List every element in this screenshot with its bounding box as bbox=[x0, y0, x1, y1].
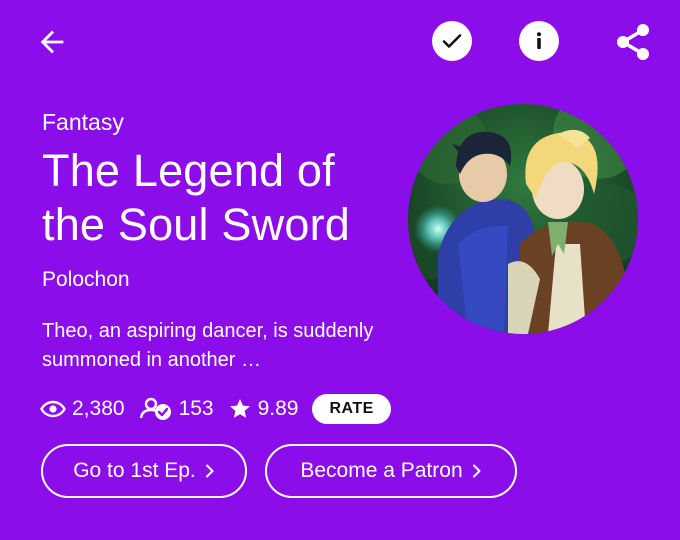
top-bar bbox=[0, 0, 680, 84]
check-circle-icon bbox=[442, 34, 462, 48]
first-episode-button[interactable]: Go to 1st Ep. bbox=[41, 444, 247, 498]
subscribers-icon bbox=[139, 397, 171, 420]
series-title: The Legend of the Soul Sword bbox=[42, 145, 350, 250]
series-description[interactable]: Theo, an aspiring dancer, is suddenly su… bbox=[42, 317, 392, 375]
info-circle-icon bbox=[537, 32, 541, 49]
subscribed-button[interactable] bbox=[432, 21, 472, 61]
cover-image bbox=[408, 104, 638, 334]
first-episode-label: Go to 1st Ep. bbox=[73, 459, 196, 482]
rating-value: 9.89 bbox=[257, 397, 299, 420]
star-icon bbox=[229, 399, 250, 418]
subscribers-count: 153 bbox=[178, 397, 214, 420]
arrow-left-icon bbox=[40, 30, 64, 54]
chevron-right-icon bbox=[472, 464, 482, 478]
eye-icon bbox=[40, 400, 66, 418]
views-count: 2,380 bbox=[72, 397, 125, 420]
author-name[interactable]: Polochon bbox=[42, 266, 130, 294]
patron-label: Become a Patron bbox=[300, 459, 463, 482]
genre-label[interactable]: Fantasy bbox=[42, 108, 124, 136]
share-button[interactable] bbox=[612, 21, 654, 63]
chevron-right-icon bbox=[205, 464, 215, 478]
rating-stat: 9.89 bbox=[228, 397, 299, 421]
rate-button[interactable]: RATE bbox=[312, 394, 391, 424]
views-stat: 2,380 bbox=[40, 397, 125, 421]
stats-row: 2,380 153 9.89 RATE bbox=[40, 394, 391, 424]
back-button[interactable] bbox=[32, 22, 72, 62]
subscribers-stat: 153 bbox=[139, 397, 214, 421]
info-button[interactable] bbox=[519, 21, 559, 61]
share-icon bbox=[617, 24, 649, 60]
become-patron-button[interactable]: Become a Patron bbox=[265, 444, 517, 498]
cover-illustration bbox=[408, 104, 638, 334]
